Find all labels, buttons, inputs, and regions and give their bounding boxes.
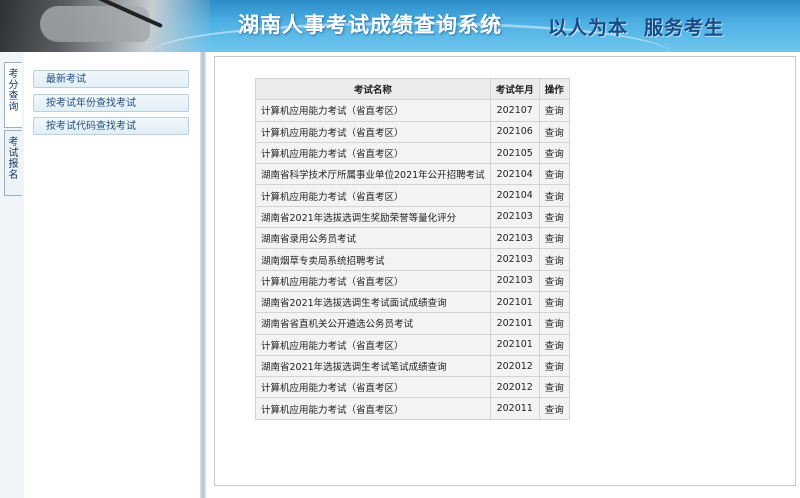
exam-table: 考试名称 考试年月 操作 计算机应用能力考试（省直考区） 202107 查询 计算机…	[255, 77, 570, 420]
table-row: 湖南省省直机关公开遴选公务员考试 202101 查询	[255, 312, 570, 335]
table-header-row: 考试名称 考试年月 操作	[255, 77, 570, 101]
exam-month-cell: 202107	[489, 99, 540, 122]
query-link[interactable]: 查询	[538, 397, 570, 420]
query-link[interactable]: 查询	[538, 184, 570, 207]
exam-month-cell: 202104	[489, 163, 540, 186]
exam-name-cell: 计算机应用能力考试（省直考区）	[255, 333, 491, 356]
table-row: 湖南省科学技术厅所属事业单位2021年公开招聘考试 202104 查询	[255, 163, 570, 186]
exam-month-cell: 202104	[489, 184, 540, 207]
exam-month-cell: 202106	[489, 120, 540, 143]
tab-exam-registration[interactable]: 考试报名	[4, 130, 22, 196]
table-row: 计算机应用能力考试（省直考区） 202106 查询	[255, 120, 570, 143]
exam-month-cell: 202103	[489, 248, 540, 271]
menu-item-find-by-code[interactable]: 按考试代码查找考试	[33, 117, 189, 135]
exam-month-cell: 202101	[489, 290, 540, 314]
column-header-exam-month: 考试年月	[489, 77, 540, 101]
query-link[interactable]: 查询	[538, 333, 570, 356]
query-link[interactable]: 查询	[538, 120, 570, 143]
exam-name-cell: 湖南烟草专卖局系统招聘考试	[255, 248, 491, 271]
table-row: 计算机应用能力考试（省直考区） 202012 查询	[255, 376, 570, 399]
query-link[interactable]: 查询	[538, 312, 570, 335]
exam-name-cell: 湖南省2021年选拔选调生考试笔试成绩查询	[255, 354, 491, 378]
exam-name-cell: 计算机应用能力考试（省直考区）	[255, 120, 491, 143]
exam-name-cell: 湖南省2021年选拔选调生考试面试成绩查询	[255, 290, 491, 314]
exam-name-cell: 湖南省录用公务员考试	[255, 227, 491, 250]
table-row: 湖南烟草专卖局系统招聘考试 202103 查询	[255, 248, 570, 271]
exam-month-cell: 202103	[489, 227, 540, 250]
exam-name-cell: 计算机应用能力考试（省直考区）	[255, 184, 491, 207]
exam-month-cell: 202105	[489, 141, 540, 165]
left-menu: 最新考试 按考试年份查找考试 按考试代码查找考试	[24, 52, 200, 498]
query-link[interactable]: 查询	[538, 269, 570, 292]
exam-name-cell: 计算机应用能力考试（省直考区）	[255, 99, 491, 122]
exam-name-cell: 计算机应用能力考试（省直考区）	[255, 141, 491, 165]
table-row: 湖南省2021年选拔选调生考试面试成绩查询 202101 查询	[255, 290, 570, 314]
exam-name-cell: 湖南省2021年选拔选调生奖励荣誉等量化评分	[255, 205, 491, 229]
column-header-exam-name: 考试名称	[255, 77, 491, 101]
exam-month-cell: 202101	[489, 333, 540, 356]
side-tab-bar: 考分查询 考试报名	[0, 52, 25, 498]
menu-item-find-by-year[interactable]: 按考试年份查找考试	[33, 94, 189, 112]
exam-name-cell: 计算机应用能力考试（省直考区）	[255, 397, 491, 420]
query-link[interactable]: 查询	[538, 248, 570, 271]
table-row: 计算机应用能力考试（省直考区） 202104 查询	[255, 184, 570, 207]
header-slogan: 以人为本 服务考生	[548, 13, 724, 40]
table-row: 计算机应用能力考试（省直考区） 202103 查询	[255, 269, 570, 292]
column-header-action: 操作	[538, 77, 570, 101]
tab-score-query-label: 考分查询	[8, 69, 19, 113]
slogan-right: 服务考生	[644, 17, 725, 39]
query-link[interactable]: 查询	[538, 227, 570, 250]
exam-name-cell: 湖南省科学技术厅所属事业单位2021年公开招聘考试	[255, 163, 491, 186]
exam-month-cell: 202103	[489, 269, 540, 292]
table-row: 计算机应用能力考试（省直考区） 202105 查询	[255, 141, 570, 165]
query-link[interactable]: 查询	[538, 376, 570, 399]
table-row: 计算机应用能力考试（省直考区） 202107 查询	[255, 99, 570, 122]
exam-month-cell: 202011	[489, 397, 540, 420]
query-link[interactable]: 查询	[538, 205, 570, 229]
query-link[interactable]: 查询	[538, 141, 570, 165]
menu-item-latest-exams[interactable]: 最新考试	[33, 70, 189, 88]
table-row: 计算机应用能力考试（省直考区） 202011 查询	[255, 397, 570, 420]
exam-name-cell: 计算机应用能力考试（省直考区）	[255, 269, 491, 292]
exam-name-cell: 计算机应用能力考试（省直考区）	[255, 376, 491, 399]
table-row: 湖南省录用公务员考试 202103 查询	[255, 227, 570, 250]
slogan-left: 以人为本	[548, 17, 629, 39]
query-link[interactable]: 查询	[538, 163, 570, 186]
system-title: 湖南人事考试成绩查询系统	[238, 13, 502, 37]
tab-exam-registration-label: 考试报名	[8, 137, 19, 181]
query-link[interactable]: 查询	[538, 290, 570, 314]
exam-name-cell: 湖南省省直机关公开遴选公务员考试	[255, 312, 491, 335]
exam-month-cell: 202012	[489, 376, 540, 399]
table-row: 湖南省2021年选拔选调生考试笔试成绩查询 202012 查询	[255, 354, 570, 378]
exam-month-cell: 202103	[489, 205, 540, 229]
page-header: 湖南人事考试成绩查询系统 以人为本 服务考生	[0, 0, 800, 52]
table-row: 计算机应用能力考试（省直考区） 202101 查询	[255, 333, 570, 356]
query-link[interactable]: 查询	[538, 354, 570, 378]
exam-month-cell: 202012	[489, 354, 540, 378]
exam-month-cell: 202101	[489, 312, 540, 335]
table-row: 湖南省2021年选拔选调生奖励荣誉等量化评分 202103 查询	[255, 205, 570, 229]
tab-score-query[interactable]: 考分查询	[4, 62, 22, 128]
query-link[interactable]: 查询	[538, 99, 570, 122]
